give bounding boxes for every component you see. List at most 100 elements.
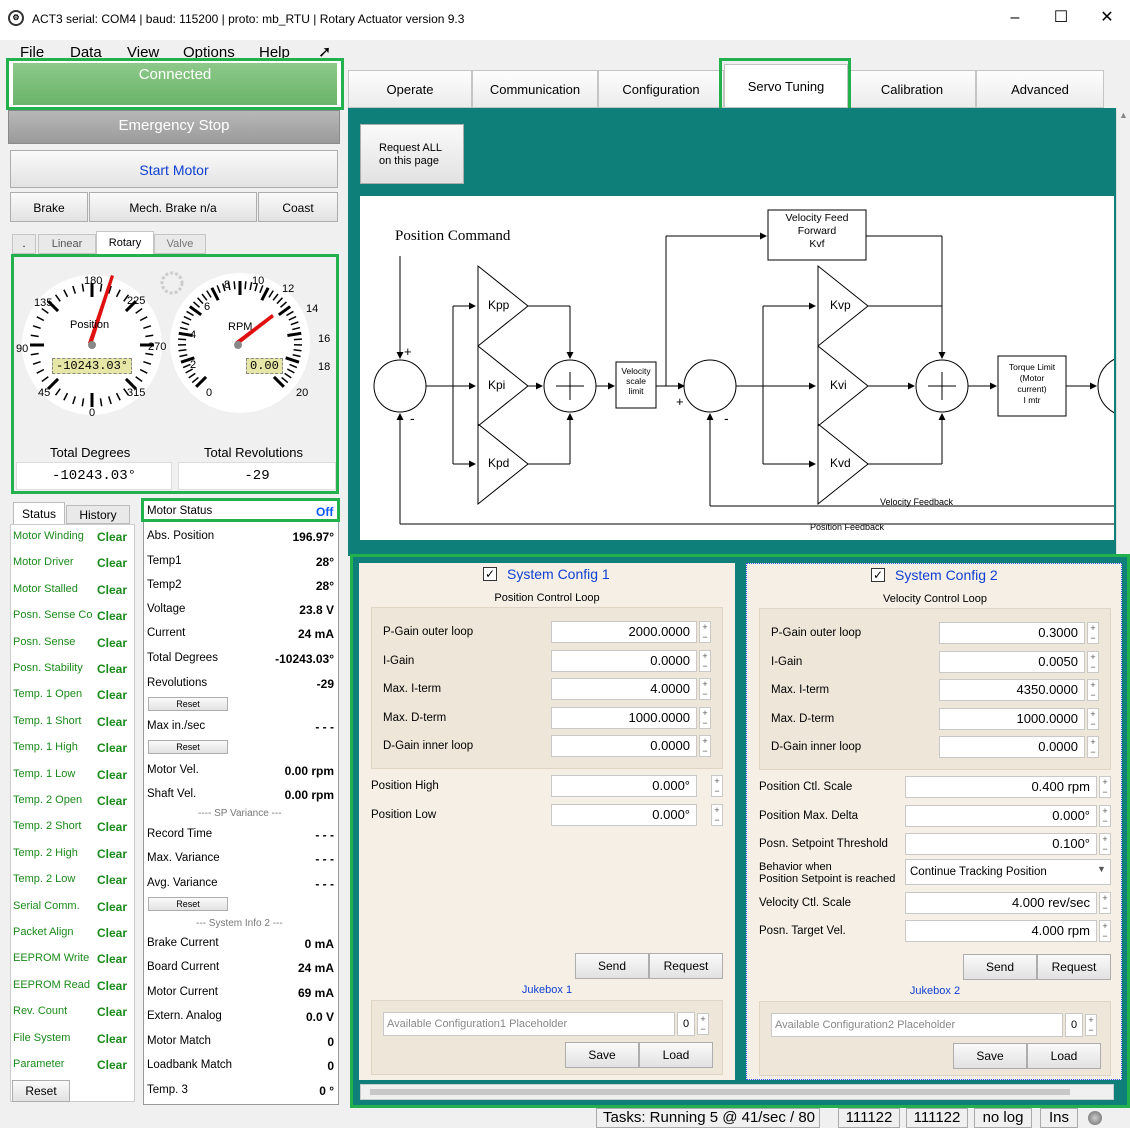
request-all-button[interactable]: Request ALL on this page [360,124,464,184]
gain-input[interactable]: 1000.0000 [551,706,697,729]
g1-tick-135: 135 [34,297,53,309]
connected-button[interactable]: Connected [13,63,337,105]
load-button[interactable]: Load [639,1042,713,1068]
request-button[interactable]: Request [1037,954,1111,980]
motor-field-label: Revolutions [147,677,208,689]
motor-field-value: - - - [315,828,334,842]
request-button[interactable]: Request [649,953,723,979]
motor-field-label: Total Degrees [147,652,218,664]
system-config-1-panel: ✓ System Config 1 Position Control Loop P-G… [359,563,735,1080]
kpi-gain-label: Kpi [488,378,506,392]
gain-input[interactable]: 0.0050 [939,650,1085,673]
gain-input[interactable]: 0.3000 [939,622,1085,644]
revolutions-reset-button[interactable]: Reset [148,697,228,711]
setting-input[interactable]: 0.000° [905,804,1097,827]
total-degrees-label: Total Degrees [50,445,131,460]
counter-2-status: 111122 [906,1108,968,1128]
tab-valve[interactable]: Valve [154,234,206,254]
save-button[interactable]: Save [953,1043,1027,1069]
spin-button[interactable]: + − [699,706,711,729]
gain-input[interactable]: 1000.0000 [939,707,1085,730]
spin-button[interactable]: + − [711,803,723,826]
setting-input[interactable]: 4.000 rpm [905,920,1097,942]
scroll-up-icon[interactable]: ▲ [1119,110,1128,120]
start-motor-button[interactable]: Start Motor [10,150,338,188]
tab-calibration[interactable]: Calibration [848,70,976,108]
motor-status-value: Off [316,505,334,519]
g2-tick-8: 8 [224,279,231,291]
spin-button[interactable]: + − [699,678,711,700]
behavior-select[interactable]: Continue Tracking Position [905,858,1111,885]
mech-brake-button[interactable]: Mech. Brake n/a [89,192,257,222]
tab-history[interactable]: History [66,505,130,524]
tab-communication[interactable]: Communication [472,70,598,108]
spin-button[interactable]: + − [1087,622,1099,644]
gain-input[interactable]: 0.0000 [939,736,1085,758]
tab-linear[interactable]: Linear [38,234,96,254]
save-button[interactable]: Save [565,1042,639,1068]
motor-field-value: 0.0 V [305,1010,334,1024]
cfg1-subtitle: Position Control Loop [494,592,600,604]
setting-input[interactable]: 0.000° [551,775,697,797]
maximize-button[interactable]: ☐ [1046,6,1076,30]
spin-button[interactable]: + − [699,735,711,757]
cfg2-checkbox[interactable]: ✓ [871,568,885,582]
motor-field-label: Extern. Analog [147,1010,222,1022]
send-button[interactable]: Send [575,953,649,979]
setting-input[interactable]: 0.000° [551,803,697,826]
brake-button[interactable]: Brake [10,192,88,222]
gain-input[interactable]: 0.0000 [551,735,697,757]
spin-button[interactable]: + − [1087,736,1099,758]
status-reset-button[interactable]: Reset [12,1080,70,1102]
tab-advanced[interactable]: Advanced [976,70,1104,108]
status-led-icon [1088,1111,1102,1125]
tasks-status: Tasks: Running 5 @ 41/sec / 80 [596,1108,820,1128]
max-in-sec-reset-button[interactable]: Reset [148,740,228,754]
spin-button[interactable]: + − [1087,650,1099,673]
gain-input[interactable]: 4350.0000 [939,679,1085,701]
config-count-input[interactable]: 0 [677,1012,695,1036]
close-button[interactable]: ✕ [1092,6,1122,30]
tab-operate[interactable]: Operate [348,70,472,108]
spin-button[interactable]: + − [1087,707,1099,730]
spin-button[interactable]: + − [1099,833,1111,855]
spin-button[interactable]: + − [1099,920,1111,942]
gain-input[interactable]: 2000.0000 [551,621,697,643]
gain-input[interactable]: 0.0000 [551,649,697,672]
tab-configuration[interactable]: Configuration [598,70,724,108]
spin-button[interactable]: + − [1099,891,1111,914]
setting-input[interactable]: 4.000 rev/sec [905,891,1097,914]
horizontal-scroll-thumb[interactable] [370,1089,1070,1095]
spin-button[interactable]: + − [1099,804,1111,827]
minimize-button[interactable]: – [1000,6,1030,30]
spin-button[interactable]: + − [697,1013,709,1035]
motor-field-label: Motor Match [147,1035,211,1047]
setting-input[interactable]: 0.100° [905,833,1097,855]
setting-input[interactable]: 0.400 rpm [905,776,1097,798]
config-count-input[interactable]: 0 [1065,1013,1083,1037]
variance-reset-button[interactable]: Reset [148,897,228,911]
motor-field-value: -29 [316,677,334,691]
spin-button[interactable]: + − [1085,1014,1097,1036]
chevron-down-icon[interactable]: ▼ [1097,864,1106,874]
spin-button[interactable]: + − [711,775,723,797]
spin-button[interactable]: + − [1099,776,1111,798]
spin-button[interactable]: + − [699,649,711,672]
tab-status[interactable]: Status [13,502,65,524]
config-select[interactable]: Available Configuration2 Placeholder [771,1013,1063,1037]
tab-dot[interactable]: . [12,234,36,254]
config-select[interactable]: Available Configuration1 Placeholder [383,1012,675,1036]
gain-input[interactable]: 4.0000 [551,678,697,700]
send-button[interactable]: Send [963,954,1037,980]
emergency-stop-button[interactable]: Emergency Stop [8,110,340,144]
cfg1-checkbox[interactable]: ✓ [483,567,497,581]
g2-tick-20: 20 [296,387,309,399]
motor-field-value: 28° [315,579,334,593]
spin-button[interactable]: + − [699,621,711,643]
spin-button[interactable]: + − [1087,679,1099,701]
tab-rotary[interactable]: Rotary [96,231,154,255]
status-value: Clear [97,1031,128,1046]
coast-button[interactable]: Coast [258,192,338,222]
app-logo-icon: ⚙ [8,10,24,26]
load-button[interactable]: Load [1027,1043,1101,1069]
